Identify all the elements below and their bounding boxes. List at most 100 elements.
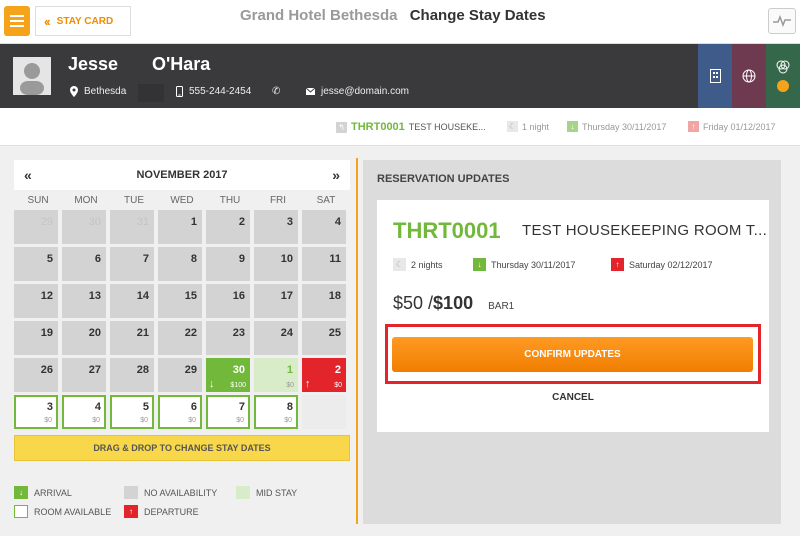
guest-phone[interactable]: 555-244-2454 [176, 86, 251, 97]
confirm-updates-button[interactable]: CONFIRM UPDATES [392, 337, 753, 372]
tab-reservation[interactable] [698, 44, 732, 108]
calendar-day[interactable]: 28 [110, 358, 154, 392]
back-arrow-icon: ↰ [336, 121, 347, 133]
email-icon [306, 88, 315, 95]
calendar-day[interactable]: 2 $0 ↑ [302, 358, 346, 392]
calendar-day[interactable]: 23 [206, 321, 250, 355]
guest-last-name: O'Hara [152, 54, 211, 74]
summary-room-name: TEST HOUSEKE... [408, 122, 486, 132]
prev-month-button[interactable]: « [24, 167, 32, 183]
calendar-day[interactable]: 12 [14, 284, 58, 318]
pulse-icon [773, 15, 791, 27]
calendar-day[interactable]: 4 [302, 210, 346, 244]
day-number: 10 [280, 253, 293, 265]
arrow-down-icon: ↓ [473, 258, 486, 271]
moon-icon: ☾ [507, 121, 518, 132]
calendar-day: 30 [62, 210, 106, 244]
legend-mid-stay-label: MID STAY [256, 487, 298, 498]
calendar-day[interactable]: 4 $0 [62, 395, 106, 429]
day-number: 14 [136, 290, 149, 302]
day-number: 8 [286, 401, 293, 413]
arrow-up-icon: ↑ [305, 378, 311, 390]
summary-room-code: THRT0001 [351, 121, 405, 133]
activity-button[interactable] [768, 8, 796, 34]
day-number: 5 [46, 253, 53, 265]
calendar-day[interactable]: 26 [14, 358, 58, 392]
calendar-day[interactable]: 18 [302, 284, 346, 318]
summary-arrival: ↓ Thursday 30/11/2017 [567, 121, 666, 132]
weekday-label: WED [170, 194, 194, 206]
phone-icon: ✆ [272, 86, 281, 97]
month-label: NOVEMBER 2017 [136, 169, 228, 181]
day-number: 13 [88, 290, 101, 302]
calendar-day[interactable]: 5 [14, 247, 58, 281]
calendar-day[interactable]: 13 [62, 284, 106, 318]
legend-mid-stay: MID STAY [236, 486, 297, 499]
calendar-grid: 29 30 31 1 2 3 4 5 6 7 8 9 10 11 12 13 14 15 16 17 18 19 20 21 2… [14, 210, 350, 429]
summary-arrival-text: Thursday 30/11/2017 [582, 121, 667, 132]
calendar-day[interactable]: 30 $100 ↓ [206, 358, 250, 392]
stay-card-button[interactable]: ‹‹ STAY CARD [35, 6, 131, 36]
location-icon [70, 86, 78, 97]
tab-language[interactable] [732, 44, 766, 108]
calendar-day[interactable]: 17 [254, 284, 298, 318]
menu-button[interactable] [4, 6, 30, 36]
guest-email[interactable]: jesse@domain.com [306, 86, 409, 97]
page-title: Grand Hotel Bethesda Change Stay Dates [240, 7, 546, 24]
calendar-day[interactable]: 3 $0 [14, 395, 58, 429]
reservation-arrival: ↓ Thursday 30/11/2017 [473, 258, 575, 271]
avatar [13, 57, 51, 95]
calendar-day[interactable]: 8 $0 [254, 395, 298, 429]
arrow-down-icon: ↓ [14, 486, 28, 499]
day-number: 2 [334, 364, 341, 376]
phone-icon-wrap[interactable]: ✆ [272, 86, 280, 97]
day-price: $0 [92, 417, 100, 424]
circles-icon [776, 60, 790, 74]
calendar-day[interactable]: 1 $0 [254, 358, 298, 392]
top-bar: ‹‹ STAY CARD Grand Hotel Bethesda Change… [0, 0, 800, 44]
loyalty-badge [777, 80, 789, 92]
calendar-day[interactable]: 19 [14, 321, 58, 355]
calendar-day[interactable]: 22 [158, 321, 202, 355]
calendar-day[interactable]: 2 [206, 210, 250, 244]
calendar-day[interactable]: 8 [158, 247, 202, 281]
old-price: $50 / [393, 293, 434, 313]
next-month-button[interactable]: » [332, 167, 340, 183]
summary-nights: ☾ 1 night [507, 121, 549, 132]
weekday-label: SUN [27, 194, 49, 206]
calendar-day[interactable]: 25 [302, 321, 346, 355]
summary-room: ↰ THRT0001 TEST HOUSEKE... [336, 121, 486, 133]
calendar-day[interactable]: 6 $0 [158, 395, 202, 429]
header-tabs [698, 44, 800, 108]
calendar-header: « NOVEMBER 2017 » [14, 160, 350, 190]
tab-loyalty[interactable] [766, 44, 800, 108]
reservation-departure: ↑ Saturday 02/12/2017 [611, 258, 713, 271]
calendar-day[interactable]: 24 [254, 321, 298, 355]
day-price: $0 [286, 382, 294, 389]
calendar-day[interactable]: 11 [302, 247, 346, 281]
legend-no-availability-label: NO AVAILABILITY [144, 487, 218, 498]
day-number: 6 [94, 253, 101, 265]
day-number: 23 [232, 327, 245, 339]
drag-drop-hint: DRAG & DROP TO CHANGE STAY DATES [14, 435, 350, 461]
calendar-day[interactable]: 5 $0 [110, 395, 154, 429]
day-price: $100 [230, 382, 246, 389]
cancel-button[interactable]: CANCEL [377, 392, 769, 403]
mobile-icon [176, 86, 183, 97]
calendar-day[interactable]: 20 [62, 321, 106, 355]
calendar-day[interactable]: 1 [158, 210, 202, 244]
calendar-day[interactable]: 15 [158, 284, 202, 318]
day-number: 30 [88, 216, 101, 228]
calendar-day[interactable]: 6 [62, 247, 106, 281]
calendar-day[interactable]: 16 [206, 284, 250, 318]
calendar-day[interactable]: 9 [206, 247, 250, 281]
calendar-day[interactable]: 21 [110, 321, 154, 355]
calendar-day[interactable]: 27 [62, 358, 106, 392]
calendar-day[interactable]: 3 [254, 210, 298, 244]
calendar-day[interactable]: 14 [110, 284, 154, 318]
calendar-day[interactable]: 29 [158, 358, 202, 392]
day-number: 11 [329, 253, 341, 265]
calendar-day[interactable]: 7 $0 [206, 395, 250, 429]
calendar-day[interactable]: 7 [110, 247, 154, 281]
calendar-day[interactable]: 10 [254, 247, 298, 281]
